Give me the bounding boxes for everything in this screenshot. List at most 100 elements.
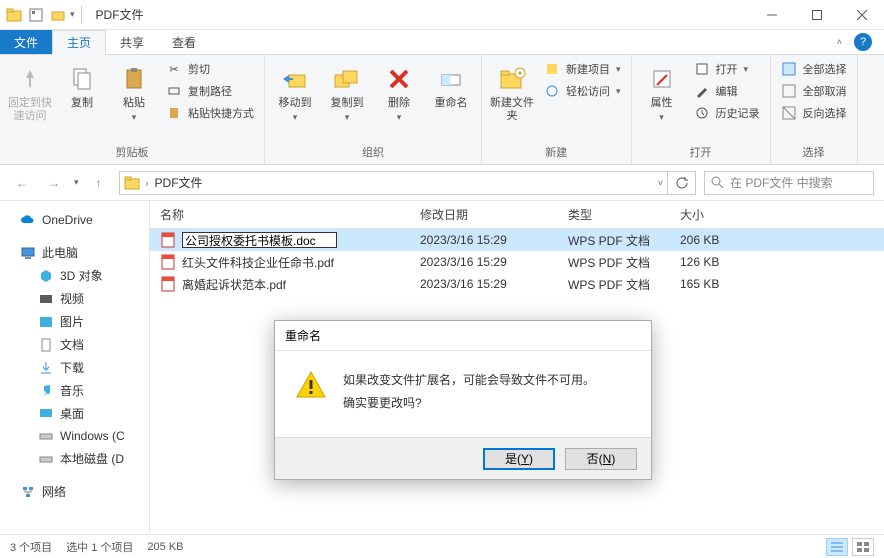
tab-view[interactable]: 查看 — [158, 30, 210, 54]
status-selected-size: 205 KB — [147, 541, 183, 553]
new-folder-button[interactable]: ✦新建文件夹 — [488, 59, 536, 127]
col-type[interactable]: 类型 — [558, 206, 670, 223]
3d-icon — [38, 268, 54, 284]
tree-onedrive[interactable]: OneDrive — [0, 209, 149, 231]
paste-button[interactable]: 粘贴▾ — [110, 59, 158, 127]
select-none-button[interactable]: 全部取消 — [777, 81, 851, 101]
search-icon — [711, 176, 724, 189]
tree-network[interactable]: 网络 — [0, 480, 149, 503]
pin-icon — [14, 63, 46, 95]
status-selected-count: 选中 1 个项目 — [66, 539, 133, 555]
address-box[interactable]: › PDF文件 ˅ — [119, 171, 668, 195]
delete-button[interactable]: 删除▾ — [375, 59, 423, 127]
search-input[interactable]: 在 PDF文件 中搜索 — [704, 171, 874, 195]
file-type: WPS PDF 文档 — [558, 254, 670, 271]
paste-shortcut-icon — [166, 105, 182, 121]
address-dropdown-icon[interactable]: ˅ — [658, 178, 663, 188]
dialog-no-button[interactable]: 否(N) — [565, 448, 637, 470]
copy-button[interactable]: 复制 — [58, 59, 106, 114]
new-item-button[interactable]: 新建项目 ▾ — [540, 59, 625, 79]
help-icon[interactable]: ? — [854, 33, 872, 51]
tree-downloads[interactable]: 下载 — [0, 356, 149, 379]
copy-to-button[interactable]: 复制到▾ — [323, 59, 371, 127]
file-row[interactable]: 离婚起诉状范本.pdf2023/3/16 15:29WPS PDF 文档165 … — [150, 273, 884, 295]
file-size: 165 KB — [670, 277, 750, 291]
history-button[interactable]: 历史记录 — [690, 103, 764, 123]
col-name[interactable]: 名称 — [150, 206, 410, 223]
view-details-button[interactable] — [826, 538, 848, 556]
rename-dialog: 重命名 如果改变文件扩展名，可能会导致文件不可用。 确实要更改吗? 是(Y) 否… — [274, 320, 652, 480]
status-item-count: 3 个项目 — [10, 539, 52, 555]
close-button[interactable] — [839, 0, 884, 29]
nav-recent-dropdown[interactable]: ▾ — [74, 177, 79, 188]
group-label-new: 新建 — [488, 142, 625, 162]
tree-pictures[interactable]: 图片 — [0, 310, 149, 333]
file-row[interactable]: 红头文件科技企业任命书.pdf 2023/3/16 15:29WPS PDF 文档… — [150, 251, 884, 273]
tree-music[interactable]: 音乐 — [0, 379, 149, 402]
file-type: WPS PDF 文档 — [558, 232, 670, 249]
ribbon-tabs: 文件 主页 共享 查看 ˄ ? — [0, 30, 884, 55]
rename-button[interactable]: 重命名 — [427, 59, 475, 114]
tree-drive-c[interactable]: Windows (C — [0, 425, 149, 447]
copy-icon — [66, 63, 98, 95]
refresh-button[interactable] — [668, 171, 696, 195]
window-title: PDF文件 — [96, 6, 144, 23]
copy-to-icon — [331, 63, 363, 95]
properties-button[interactable]: 属性▾ — [638, 59, 686, 127]
paste-shortcut-button[interactable]: 粘贴快捷方式 — [162, 103, 258, 123]
rename-icon — [435, 63, 467, 95]
copy-path-icon — [166, 83, 182, 99]
open-button[interactable]: 打开 ▾ — [690, 59, 764, 79]
nav-forward-button[interactable]: → — [42, 171, 66, 195]
maximize-button[interactable] — [794, 0, 839, 29]
tree-3d-objects[interactable]: 3D 对象 — [0, 264, 149, 287]
move-to-button[interactable]: 移动到▾ — [271, 59, 319, 127]
pin-button[interactable]: 固定到快速访问 — [6, 59, 54, 127]
tree-documents[interactable]: 文档 — [0, 333, 149, 356]
select-none-icon — [781, 83, 797, 99]
file-date: 2023/3/16 15:29 — [410, 233, 558, 247]
rename-input[interactable] — [182, 232, 337, 248]
file-row[interactable]: 2023/3/16 15:29WPS PDF 文档206 KB — [150, 229, 884, 251]
tree-this-pc[interactable]: 此电脑 — [0, 241, 149, 264]
col-size[interactable]: 大小 — [670, 206, 750, 223]
col-date[interactable]: 修改日期 — [410, 206, 558, 223]
view-icons-button[interactable] — [852, 538, 874, 556]
pdf-file-icon — [160, 254, 176, 270]
new-item-icon — [544, 61, 560, 77]
qat-dropdown-icon[interactable]: ▾ — [70, 9, 75, 20]
qat-new-folder-icon[interactable] — [48, 5, 68, 25]
tree-desktop[interactable]: 桌面 — [0, 402, 149, 425]
copy-path-button[interactable]: 复制路径 — [162, 81, 258, 101]
group-label-organize: 组织 — [271, 142, 475, 162]
ribbon-collapse-icon[interactable]: ˄ — [837, 37, 842, 47]
easy-access-button[interactable]: 轻松访问 ▾ — [540, 81, 625, 101]
edit-button[interactable]: 编辑 — [690, 81, 764, 101]
group-label-select: 选择 — [777, 142, 851, 162]
svg-text:✦: ✦ — [517, 69, 524, 78]
minimize-button[interactable] — [749, 0, 794, 29]
cut-button[interactable]: ✂剪切 — [162, 59, 258, 79]
file-type: WPS PDF 文档 — [558, 276, 670, 293]
nav-back-button[interactable]: ← — [10, 171, 34, 195]
dialog-message-2: 确实要更改吗? — [343, 392, 595, 415]
file-date: 2023/3/16 15:29 — [410, 277, 558, 291]
drive-icon — [38, 451, 54, 467]
tree-drive-d[interactable]: 本地磁盘 (D — [0, 447, 149, 470]
invert-selection-button[interactable]: 反向选择 — [777, 103, 851, 123]
file-name: 红头文件科技企业任命书.pdf — [182, 254, 334, 271]
tab-share[interactable]: 共享 — [106, 30, 158, 54]
select-all-button[interactable]: 全部选择 — [777, 59, 851, 79]
paste-icon — [118, 63, 150, 95]
move-to-icon — [279, 63, 311, 95]
pdf-file-icon — [160, 276, 176, 292]
tab-file[interactable]: 文件 — [0, 30, 52, 54]
nav-up-button[interactable]: ↑ — [87, 171, 111, 195]
qat-properties-icon[interactable] — [26, 5, 46, 25]
file-date: 2023/3/16 15:29 — [410, 255, 558, 269]
tree-videos[interactable]: 视频 — [0, 287, 149, 310]
tab-home[interactable]: 主页 — [52, 30, 106, 55]
window-titlebar: ▾ PDF文件 — [0, 0, 884, 30]
dialog-yes-button[interactable]: 是(Y) — [483, 448, 555, 470]
desktop-icon — [38, 406, 54, 422]
